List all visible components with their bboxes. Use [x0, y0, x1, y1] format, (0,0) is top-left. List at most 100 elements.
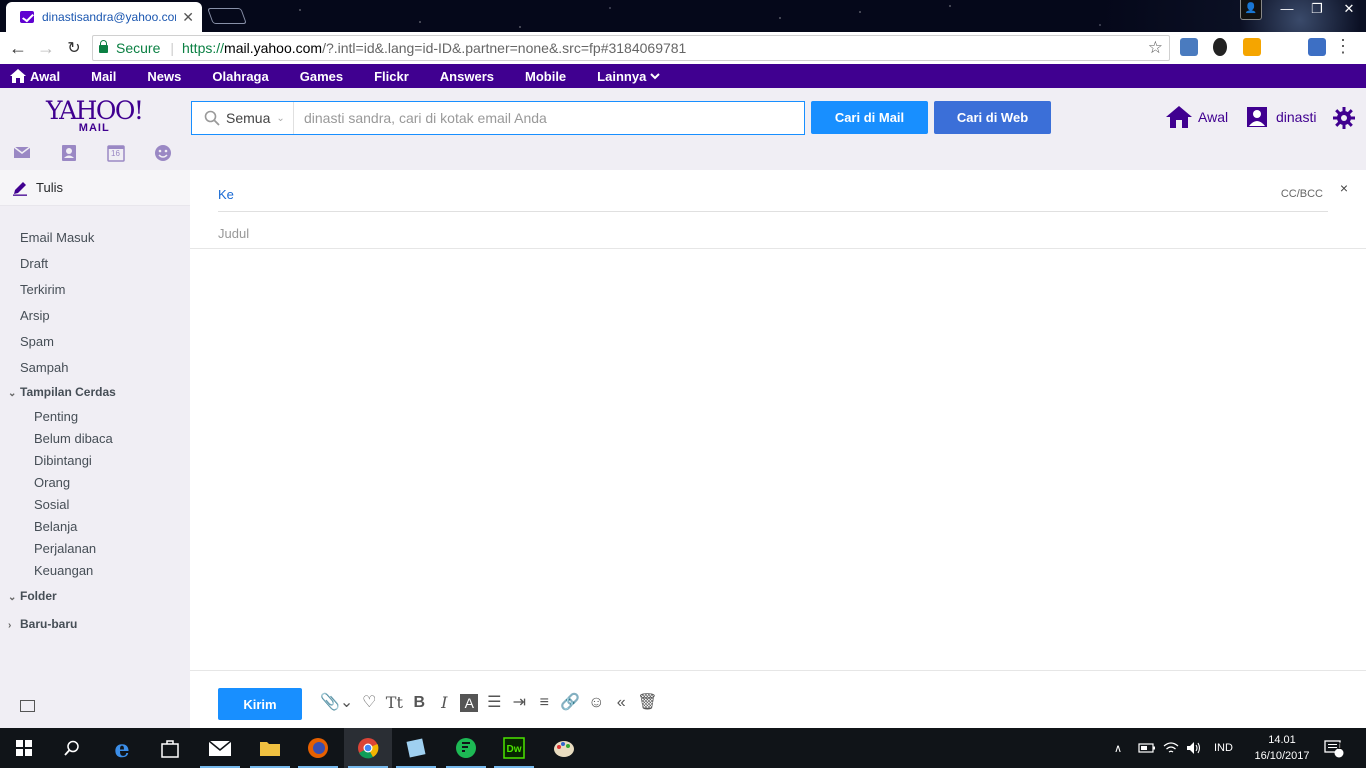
stationery-icon[interactable]: ♡: [360, 692, 378, 714]
tab-close-icon[interactable]: ✕: [182, 9, 194, 26]
to-field-label[interactable]: Ke: [218, 187, 234, 202]
taskbar-search[interactable]: [48, 728, 96, 768]
restore-icon[interactable]: ❐: [1302, 0, 1332, 20]
extension-icon[interactable]: [1213, 38, 1227, 56]
smart-view-people[interactable]: Orang: [34, 472, 113, 494]
paint-app-icon[interactable]: [540, 728, 588, 768]
indent-icon[interactable]: ⇥: [510, 692, 528, 714]
smart-views-label: Tampilan Cerdas: [20, 385, 116, 399]
download-extension-icon[interactable]: [1243, 38, 1261, 56]
forward-icon[interactable]: →: [32, 38, 60, 59]
delete-draft-icon[interactable]: 🗑: [637, 692, 657, 714]
send-button[interactable]: Kirim: [218, 688, 302, 720]
store-app-icon[interactable]: [146, 728, 194, 768]
nav-mail[interactable]: Mail: [91, 69, 116, 84]
edge-app-icon[interactable]: e: [98, 728, 146, 768]
nav-news[interactable]: News: [147, 69, 181, 84]
input-language[interactable]: IND: [1214, 728, 1233, 768]
green-app-icon[interactable]: [442, 728, 490, 768]
theme-image-icon[interactable]: [20, 700, 35, 712]
compose-button[interactable]: Tulis: [0, 170, 190, 206]
bold-icon[interactable]: B: [410, 692, 428, 714]
smart-view-shopping[interactable]: Belanja: [34, 516, 113, 538]
search-icon: [204, 110, 220, 126]
nav-flickr[interactable]: Flickr: [374, 69, 409, 84]
clock-time: 14.01: [1268, 734, 1296, 746]
calendar-icon[interactable]: 16: [106, 144, 128, 162]
bookmark-star-icon[interactable]: ☆: [1148, 38, 1163, 58]
tray-overflow-icon[interactable]: ∧: [1114, 728, 1122, 768]
home-link[interactable]: Awal: [1166, 106, 1228, 128]
nav-answers[interactable]: Answers: [440, 69, 494, 84]
nav-home[interactable]: Awal: [10, 69, 60, 84]
italic-icon[interactable]: I: [435, 692, 453, 714]
folder-draft[interactable]: Draft: [20, 251, 94, 277]
align-icon[interactable]: ≡: [535, 692, 553, 714]
extension-icon[interactable]: [1180, 38, 1198, 56]
smart-view-finance[interactable]: Keuangan: [34, 560, 113, 582]
bullet-list-icon[interactable]: ☰: [485, 692, 503, 714]
firefox-app-icon[interactable]: [294, 728, 342, 768]
smart-view-social[interactable]: Sosial: [34, 494, 113, 516]
search-input[interactable]: [294, 102, 804, 134]
browser-menu-icon[interactable]: ⋮: [1334, 37, 1352, 55]
cc-bcc-link[interactable]: CC/BCC: [1281, 188, 1323, 200]
nav-olahraga[interactable]: Olahraga: [212, 69, 268, 84]
notes-app-icon[interactable]: [392, 728, 440, 768]
show-original-icon[interactable]: «: [612, 692, 630, 714]
browser-toolbar: ← → ↻ Secure | https://mail.yahoo.com/?.…: [0, 32, 1366, 64]
folders-toggle[interactable]: ⌄ Folder: [8, 589, 57, 603]
chrome-app-icon[interactable]: [344, 728, 392, 768]
action-center-icon[interactable]: 1: [1324, 728, 1344, 768]
message-body-editor[interactable]: [190, 250, 1366, 668]
messenger-icon[interactable]: [153, 144, 175, 162]
new-tab-button[interactable]: [207, 8, 247, 24]
mail-icon[interactable]: [12, 144, 34, 162]
smart-view-starred[interactable]: Dibintangi: [34, 450, 113, 472]
smart-view-travel[interactable]: Perjalanan: [34, 538, 113, 560]
subject-field[interactable]: Judul: [218, 226, 249, 241]
taskbar-clock[interactable]: 14.01 16/10/2017: [1250, 732, 1314, 764]
folder-archive[interactable]: Arsip: [20, 303, 94, 329]
folder-trash[interactable]: Sampah: [20, 355, 94, 381]
smart-view-unread[interactable]: Belum dibaca: [34, 428, 113, 450]
emoji-icon[interactable]: ☺: [587, 692, 605, 714]
smart-views-toggle[interactable]: ⌄ Tampilan Cerdas: [8, 385, 116, 399]
recent-toggle[interactable]: › Baru-baru: [8, 617, 77, 631]
text-color-icon[interactable]: A: [460, 694, 479, 712]
close-compose-icon[interactable]: ×: [1340, 180, 1348, 196]
file-explorer-icon[interactable]: [246, 728, 294, 768]
contacts-icon[interactable]: [59, 144, 81, 162]
clock-date: 16/10/2017: [1254, 750, 1310, 762]
close-window-icon[interactable]: ✕: [1334, 0, 1364, 20]
wifi-icon[interactable]: [1163, 728, 1179, 768]
start-button[interactable]: [0, 728, 48, 768]
reload-icon[interactable]: ↻: [60, 38, 88, 58]
address-bar[interactable]: Secure | https://mail.yahoo.com/?.intl=i…: [92, 35, 1170, 61]
search-mail-button[interactable]: Cari di Mail: [811, 101, 928, 134]
user-menu[interactable]: dinasti: [1246, 106, 1316, 128]
link-icon[interactable]: 🔗: [560, 692, 580, 714]
font-size-icon[interactable]: Tt: [385, 692, 403, 714]
profile-icon[interactable]: 👤: [1240, 0, 1262, 20]
nav-mobile[interactable]: Mobile: [525, 69, 566, 84]
search-scope-select[interactable]: Semua ⌄: [192, 102, 294, 134]
smart-view-important[interactable]: Penting: [34, 406, 113, 428]
folder-spam[interactable]: Spam: [20, 329, 94, 355]
yahoo-mail-logo[interactable]: YAHOO! MAIL: [46, 98, 144, 135]
folder-inbox[interactable]: Email Masuk: [20, 225, 94, 251]
search-web-button[interactable]: Cari di Web: [934, 101, 1051, 134]
back-icon[interactable]: ←: [4, 38, 32, 59]
volume-icon[interactable]: [1186, 728, 1202, 768]
attachment-icon[interactable]: 📎⌄: [320, 692, 353, 714]
search-extension-icon[interactable]: [1308, 38, 1326, 56]
browser-tab[interactable]: dinastisandra@yahoo.com ✕: [6, 2, 202, 32]
settings-gear-icon[interactable]: [1333, 107, 1355, 129]
minimize-icon[interactable]: —: [1272, 0, 1302, 20]
dreamweaver-app-icon[interactable]: Dw: [490, 728, 538, 768]
mail-app-icon[interactable]: [196, 728, 244, 768]
folder-sent[interactable]: Terkirim: [20, 277, 94, 303]
nav-more[interactable]: Lainnya: [597, 69, 661, 84]
nav-games[interactable]: Games: [300, 69, 343, 84]
battery-icon[interactable]: [1138, 728, 1156, 768]
